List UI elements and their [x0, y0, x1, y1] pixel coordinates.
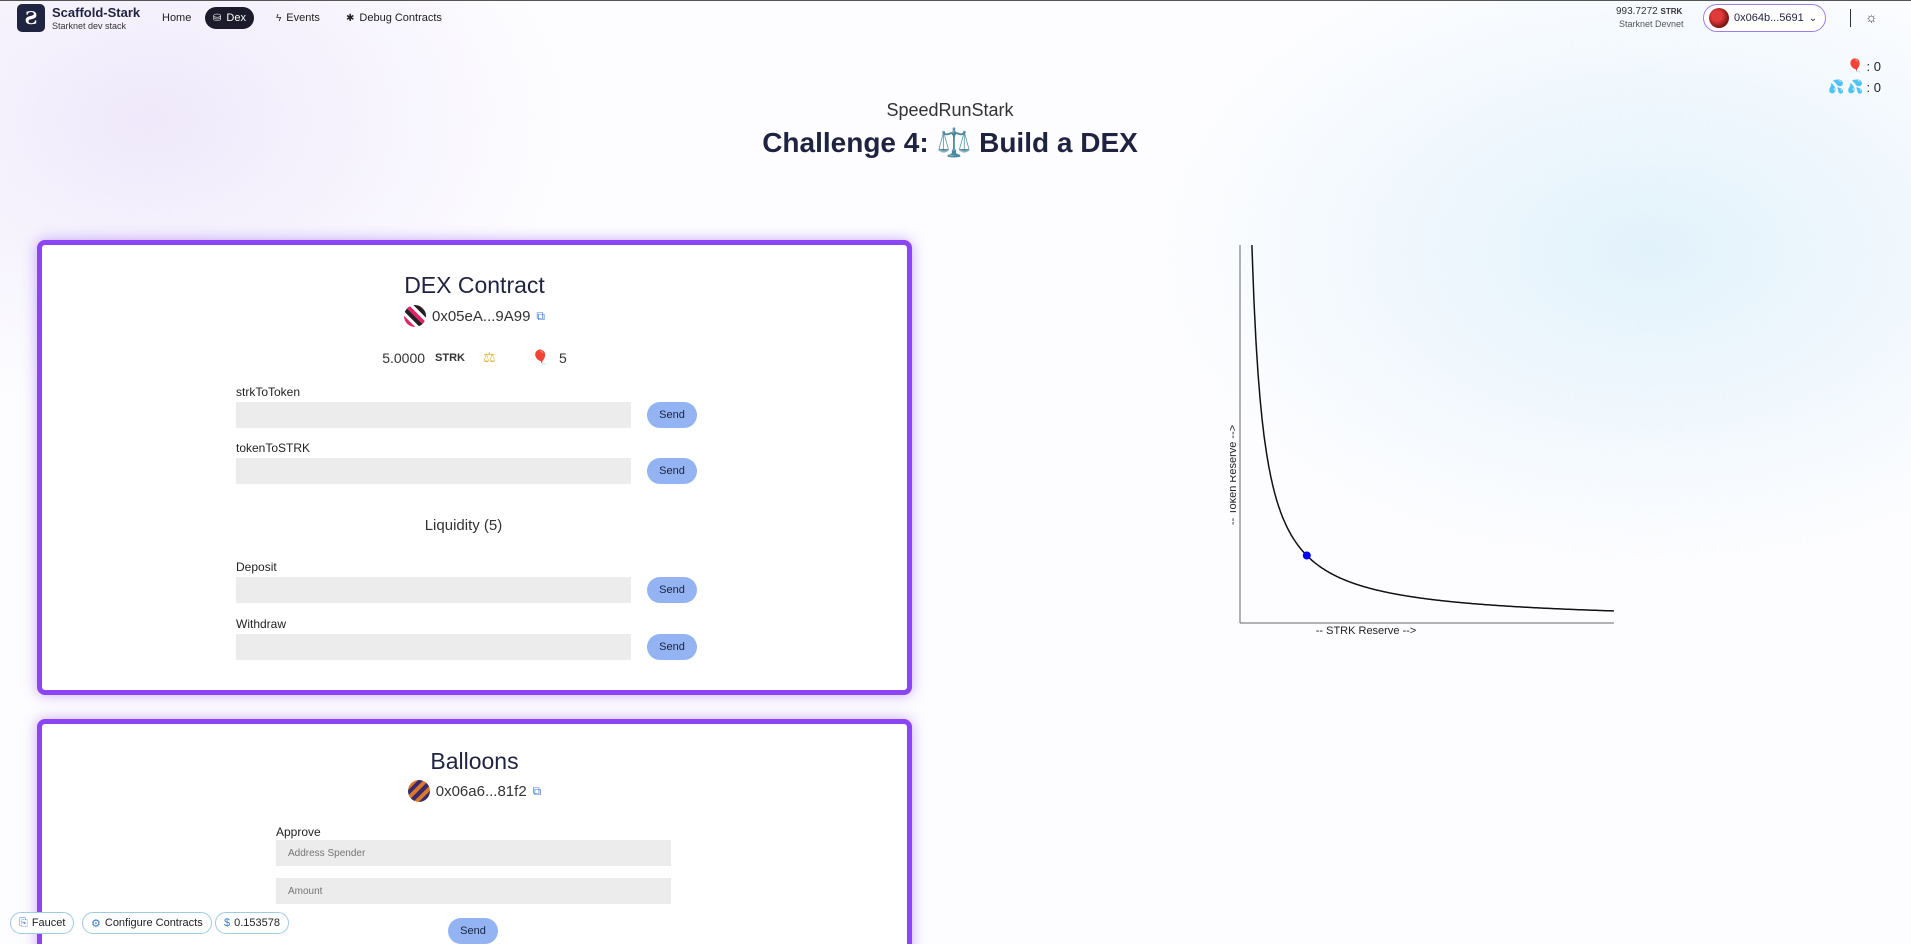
nav-home-label: Home — [162, 12, 192, 24]
approve-send-button[interactable]: Send — [448, 918, 498, 944]
token-to-strk-send-button[interactable]: Send — [647, 458, 697, 484]
withdraw-input[interactable] — [236, 634, 631, 660]
withdraw-label: Withdraw — [236, 617, 287, 631]
dex-contract-card: DEX Contract 0x05eA...9A99 ⧉ 5.0000 STRK… — [37, 240, 912, 695]
header-divider — [1850, 9, 1851, 27]
balloon-icon: 🎈 — [1847, 58, 1864, 73]
copy-icon[interactable]: ⧉ — [533, 784, 542, 799]
nav-debug-label: Debug Contracts — [359, 12, 442, 24]
copy-icon[interactable]: ⧉ — [536, 309, 545, 324]
database-icon: ⛁ — [213, 12, 222, 24]
dex-balloon-balance: 5 — [558, 349, 567, 366]
balloons-title: Balloons — [430, 748, 519, 774]
wallet-button[interactable]: 0x064b...5691 ⌄ — [1703, 4, 1826, 32]
gear-icon: ⚙ — [91, 917, 101, 930]
dex-balances: 5.0000 STRK ⚖ 🎈 5 — [42, 349, 907, 366]
dex-address-row: 0x05eA...9A99 ⧉ — [42, 305, 907, 327]
nav-dex[interactable]: ⛁ Dex — [205, 7, 254, 29]
faucet-button[interactable]: ⎘ Faucet — [10, 912, 75, 934]
amount-input[interactable] — [276, 878, 671, 904]
balloons-card: Balloons 0x06a6...81f2 ⧉ Approve Send — [37, 719, 912, 944]
y-axis-label: -- Token Reserve --> — [1230, 425, 1239, 525]
balloons-address[interactable]: 0x06a6...81f2 — [436, 783, 527, 800]
wallet-address: 0x064b...5691 — [1734, 12, 1804, 24]
title-prefix: Challenge 4: — [762, 127, 929, 158]
deposit-send-button[interactable]: Send — [647, 577, 697, 603]
nav-events[interactable]: ϟ Events — [268, 7, 328, 29]
bolt-icon: ϟ — [276, 12, 282, 24]
header: Ƨ Scaffold-Stark Starknet dev stack Home… — [0, 1, 1911, 35]
chevron-down-icon: ⌄ — [1808, 12, 1818, 24]
strk-to-token-input[interactable] — [236, 402, 631, 428]
reserve-curve-chart: -- STRK Reserve --> -- Token Reserve --> — [1227, 244, 1620, 640]
withdraw-send-button[interactable]: Send — [647, 634, 697, 660]
deposit-input[interactable] — [236, 577, 631, 603]
chart-svg: -- STRK Reserve --> -- Token Reserve --> — [1227, 244, 1614, 637]
balance-currency: STRK — [1660, 7, 1683, 16]
balloon-counter: 🎈 : 0 — [1847, 58, 1881, 74]
current-reserve-point — [1302, 551, 1311, 560]
strk-to-token-send-button[interactable]: Send — [647, 402, 697, 428]
balloon-icon: 🎈 — [531, 349, 549, 365]
balloons-address-row: 0x06a6...81f2 ⧉ — [42, 780, 907, 802]
page-subtitle: SpeedRunStark — [886, 100, 1014, 120]
price-value: 0.153578 — [234, 917, 281, 929]
avatar — [407, 780, 430, 802]
balloon-count: : 0 — [1866, 58, 1881, 74]
scales-icon: ⚖ — [482, 349, 496, 365]
strk-count: : 0 — [1866, 79, 1881, 95]
approve-label: Approve — [276, 825, 321, 839]
address-spender-input[interactable] — [276, 840, 671, 866]
sun-icon[interactable]: ☼ — [1865, 9, 1878, 25]
nav-dex-label: Dex — [226, 12, 246, 24]
dex-strk-balance: 5.0000 — [382, 349, 426, 366]
nav-home[interactable]: Home — [154, 7, 199, 29]
faucet-icon: ⎘ — [19, 916, 28, 929]
strk-counter: 💦 💦 : 0 — [1828, 79, 1881, 95]
token-to-strk-input[interactable] — [236, 458, 631, 484]
brand-subtitle: Starknet dev stack — [52, 21, 127, 31]
bug-icon: ✱ — [346, 12, 355, 24]
droplets-icon: 💦 — [1828, 79, 1845, 94]
account-balance: 993.7272 STRK — [1616, 6, 1682, 17]
scales-icon: ⚖️ — [936, 127, 972, 158]
dex-strk-unit: STRK — [435, 351, 465, 364]
liquidity-title: Liquidity (5) — [424, 517, 503, 534]
strk-to-token-label: strkToToken — [236, 385, 301, 399]
network-name: Starknet Devnet — [1619, 19, 1684, 29]
dex-title: DEX Contract — [404, 272, 545, 298]
avatar — [1709, 8, 1729, 28]
currency-icon: $ — [224, 917, 231, 929]
avatar — [404, 305, 426, 327]
dex-address[interactable]: 0x05eA...9A99 — [432, 308, 530, 325]
scaffold-logo-icon[interactable]: Ƨ — [17, 4, 45, 32]
faucet-label: Faucet — [31, 917, 66, 929]
title-suffix: Build a DEX — [979, 127, 1138, 158]
x-axis-label: -- STRK Reserve --> — [1316, 625, 1417, 637]
configure-contracts-button[interactable]: ⚙ Configure Contracts — [82, 912, 212, 934]
brand-title[interactable]: Scaffold-Stark — [52, 5, 140, 20]
configure-label: Configure Contracts — [104, 917, 203, 929]
nav-events-label: Events — [286, 12, 320, 24]
nav-debug-contracts[interactable]: ✱ Debug Contracts — [338, 7, 450, 29]
token-to-strk-label: tokenToSTRK — [236, 441, 311, 455]
droplets-icon: 💦 — [1847, 79, 1864, 94]
balance-value: 993.7272 — [1616, 6, 1658, 17]
page-title: Challenge 4: ⚖️ Build a DEX — [0, 126, 1900, 159]
price-badge[interactable]: $ 0.153578 — [215, 912, 290, 934]
deposit-label: Deposit — [236, 560, 277, 574]
